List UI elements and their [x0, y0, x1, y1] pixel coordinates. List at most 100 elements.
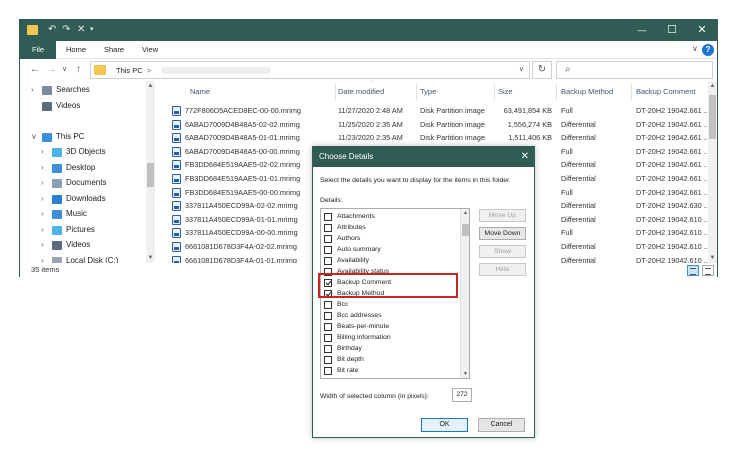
column-header-name[interactable]: Name	[190, 86, 210, 97]
details-list-item[interactable]: Billing information	[324, 332, 460, 343]
checkbox[interactable]	[324, 245, 332, 254]
checkbox[interactable]	[324, 333, 332, 342]
column-divider[interactable]	[494, 83, 495, 101]
tab-share[interactable]: Share	[104, 44, 124, 56]
move-up-button[interactable]: Move Up	[479, 209, 526, 222]
address-bar[interactable]: This PC > ∨	[90, 61, 530, 79]
details-list-item[interactable]: Bit depth	[324, 354, 460, 365]
expand-ribbon-icon[interactable]: ∨	[692, 44, 698, 53]
checkbox[interactable]	[324, 256, 332, 265]
sidebar-item[interactable]: › Videos	[20, 238, 146, 252]
file-list-scrollbar[interactable]: ▲ ▼	[708, 81, 717, 263]
column-header-date-modified[interactable]: Date modified	[338, 86, 384, 97]
column-divider[interactable]	[556, 83, 557, 101]
close-icon[interactable]: ✕	[521, 150, 529, 164]
delete-icon[interactable]: ✕	[77, 24, 85, 36]
checkbox[interactable]	[324, 355, 332, 364]
chevron-icon[interactable]: ›	[31, 83, 34, 97]
checkbox[interactable]	[324, 322, 332, 331]
ok-button[interactable]: OK	[421, 418, 468, 432]
sidebar-item[interactable]: › Local Disk (C:)	[20, 254, 146, 264]
sidebar-item[interactable]: › Music	[20, 207, 146, 221]
large-icons-view-icon[interactable]	[702, 265, 714, 276]
details-list-item[interactable]: Bcc	[324, 299, 460, 310]
checkbox[interactable]	[324, 212, 332, 221]
move-down-button[interactable]: Move Down	[479, 227, 526, 240]
details-scrollbar[interactable]: ▲ ▼	[460, 209, 469, 378]
details-list-item[interactable]: Bcc addresses	[324, 310, 460, 321]
chevron-icon[interactable]: ›	[41, 192, 44, 206]
chevron-icon[interactable]: ›	[41, 176, 44, 190]
scroll-down-arrow-icon[interactable]: ▼	[708, 255, 717, 261]
details-view-icon[interactable]	[687, 265, 699, 276]
table-row[interactable]: 6ABAD7009D4B48A5-01-01.mrimg 11/23/2020 2…	[160, 131, 708, 145]
chevron-icon[interactable]: ›	[41, 223, 44, 237]
undo-icon[interactable]: ↶	[48, 24, 56, 36]
forward-button[interactable]: →	[46, 64, 56, 76]
sidebar-item[interactable]: Videos	[20, 99, 146, 113]
breadcrumb-this-pc[interactable]: This PC	[116, 65, 143, 76]
table-row[interactable]: 772F806D5ACED8EC-00-00.mrimg 11/27/2020 2…	[160, 104, 708, 118]
redo-icon[interactable]: ↷	[62, 24, 70, 36]
close-button[interactable]: ✕	[690, 23, 714, 37]
chevron-icon[interactable]: ›	[41, 145, 44, 159]
maximize-button[interactable]: ☐	[660, 23, 684, 37]
checkbox[interactable]	[324, 366, 332, 375]
address-dropdown-icon[interactable]: ∨	[519, 65, 524, 73]
chevron-icon[interactable]: ›	[41, 161, 44, 175]
cancel-button[interactable]: Cancel	[478, 418, 525, 432]
column-divider[interactable]	[631, 83, 632, 101]
sidebar-item[interactable]: › Desktop	[20, 161, 146, 175]
sidebar-item[interactable]: › Downloads	[20, 192, 146, 206]
chevron-icon[interactable]: ›	[41, 254, 44, 264]
scroll-up-arrow-icon[interactable]: ▲	[461, 210, 469, 216]
search-input[interactable]: ⌕	[556, 61, 713, 79]
chevron-icon[interactable]: ›	[41, 207, 44, 221]
scrollbar-thumb[interactable]	[462, 224, 469, 236]
column-header-backup-comment[interactable]: Backup Comment	[636, 86, 696, 97]
customize-toolbar-icon[interactable]: ▾	[90, 24, 94, 36]
checkbox[interactable]	[324, 234, 332, 243]
up-button[interactable]: ↑	[76, 64, 81, 76]
tab-file[interactable]: File	[20, 41, 56, 59]
scrollbar-thumb[interactable]	[709, 95, 716, 139]
checkbox[interactable]	[324, 311, 332, 320]
checkbox[interactable]	[324, 223, 332, 232]
details-list-item[interactable]: Auto summary	[324, 244, 460, 255]
sidebar-item[interactable]: ∨ This PC	[20, 130, 146, 144]
sidebar-item[interactable]: › 3D Objects	[20, 145, 146, 159]
scrollbar-thumb[interactable]	[147, 163, 154, 187]
sidebar-item[interactable]: › Pictures	[20, 223, 146, 237]
column-width-input[interactable]: 272	[452, 388, 472, 402]
chevron-icon[interactable]: ∨	[31, 130, 37, 144]
sidebar-item[interactable]: › Searches	[20, 83, 146, 97]
recent-locations-button[interactable]: ∨	[62, 64, 67, 76]
breadcrumb-separator[interactable]: >	[147, 65, 151, 76]
minimize-button[interactable]: —	[630, 23, 654, 37]
column-divider[interactable]	[335, 83, 336, 101]
column-header-size[interactable]: Size	[498, 86, 513, 97]
checkbox[interactable]	[324, 344, 332, 353]
details-list-item[interactable]: Authors	[324, 233, 460, 244]
hide-button[interactable]: Hide	[479, 263, 526, 276]
chevron-icon[interactable]: ›	[41, 238, 44, 252]
tab-home[interactable]: Home	[66, 44, 86, 56]
show-button[interactable]: Show	[479, 245, 526, 258]
details-list-item[interactable]: Attachments	[324, 211, 460, 222]
refresh-button[interactable]: ↻	[532, 61, 552, 79]
back-button[interactable]: ←	[30, 64, 40, 76]
column-header-backup-method[interactable]: Backup Method	[561, 86, 613, 97]
scroll-up-arrow-icon[interactable]: ▲	[146, 83, 155, 89]
navigation-scrollbar[interactable]: ▲ ▼	[146, 81, 155, 263]
details-list-item[interactable]: Birthday	[324, 343, 460, 354]
scroll-down-arrow-icon[interactable]: ▼	[146, 255, 155, 261]
sidebar-item[interactable]: › Documents	[20, 176, 146, 190]
details-list-item[interactable]: Beats-per-minute	[324, 321, 460, 332]
column-header-type[interactable]: Type	[420, 86, 436, 97]
checkbox[interactable]	[324, 300, 332, 309]
help-icon[interactable]: ?	[702, 44, 714, 56]
details-list-item[interactable]: Bit rate	[324, 365, 460, 376]
scroll-down-arrow-icon[interactable]: ▼	[461, 371, 469, 377]
scroll-up-arrow-icon[interactable]: ▲	[708, 83, 717, 89]
tab-view[interactable]: View	[142, 44, 158, 56]
